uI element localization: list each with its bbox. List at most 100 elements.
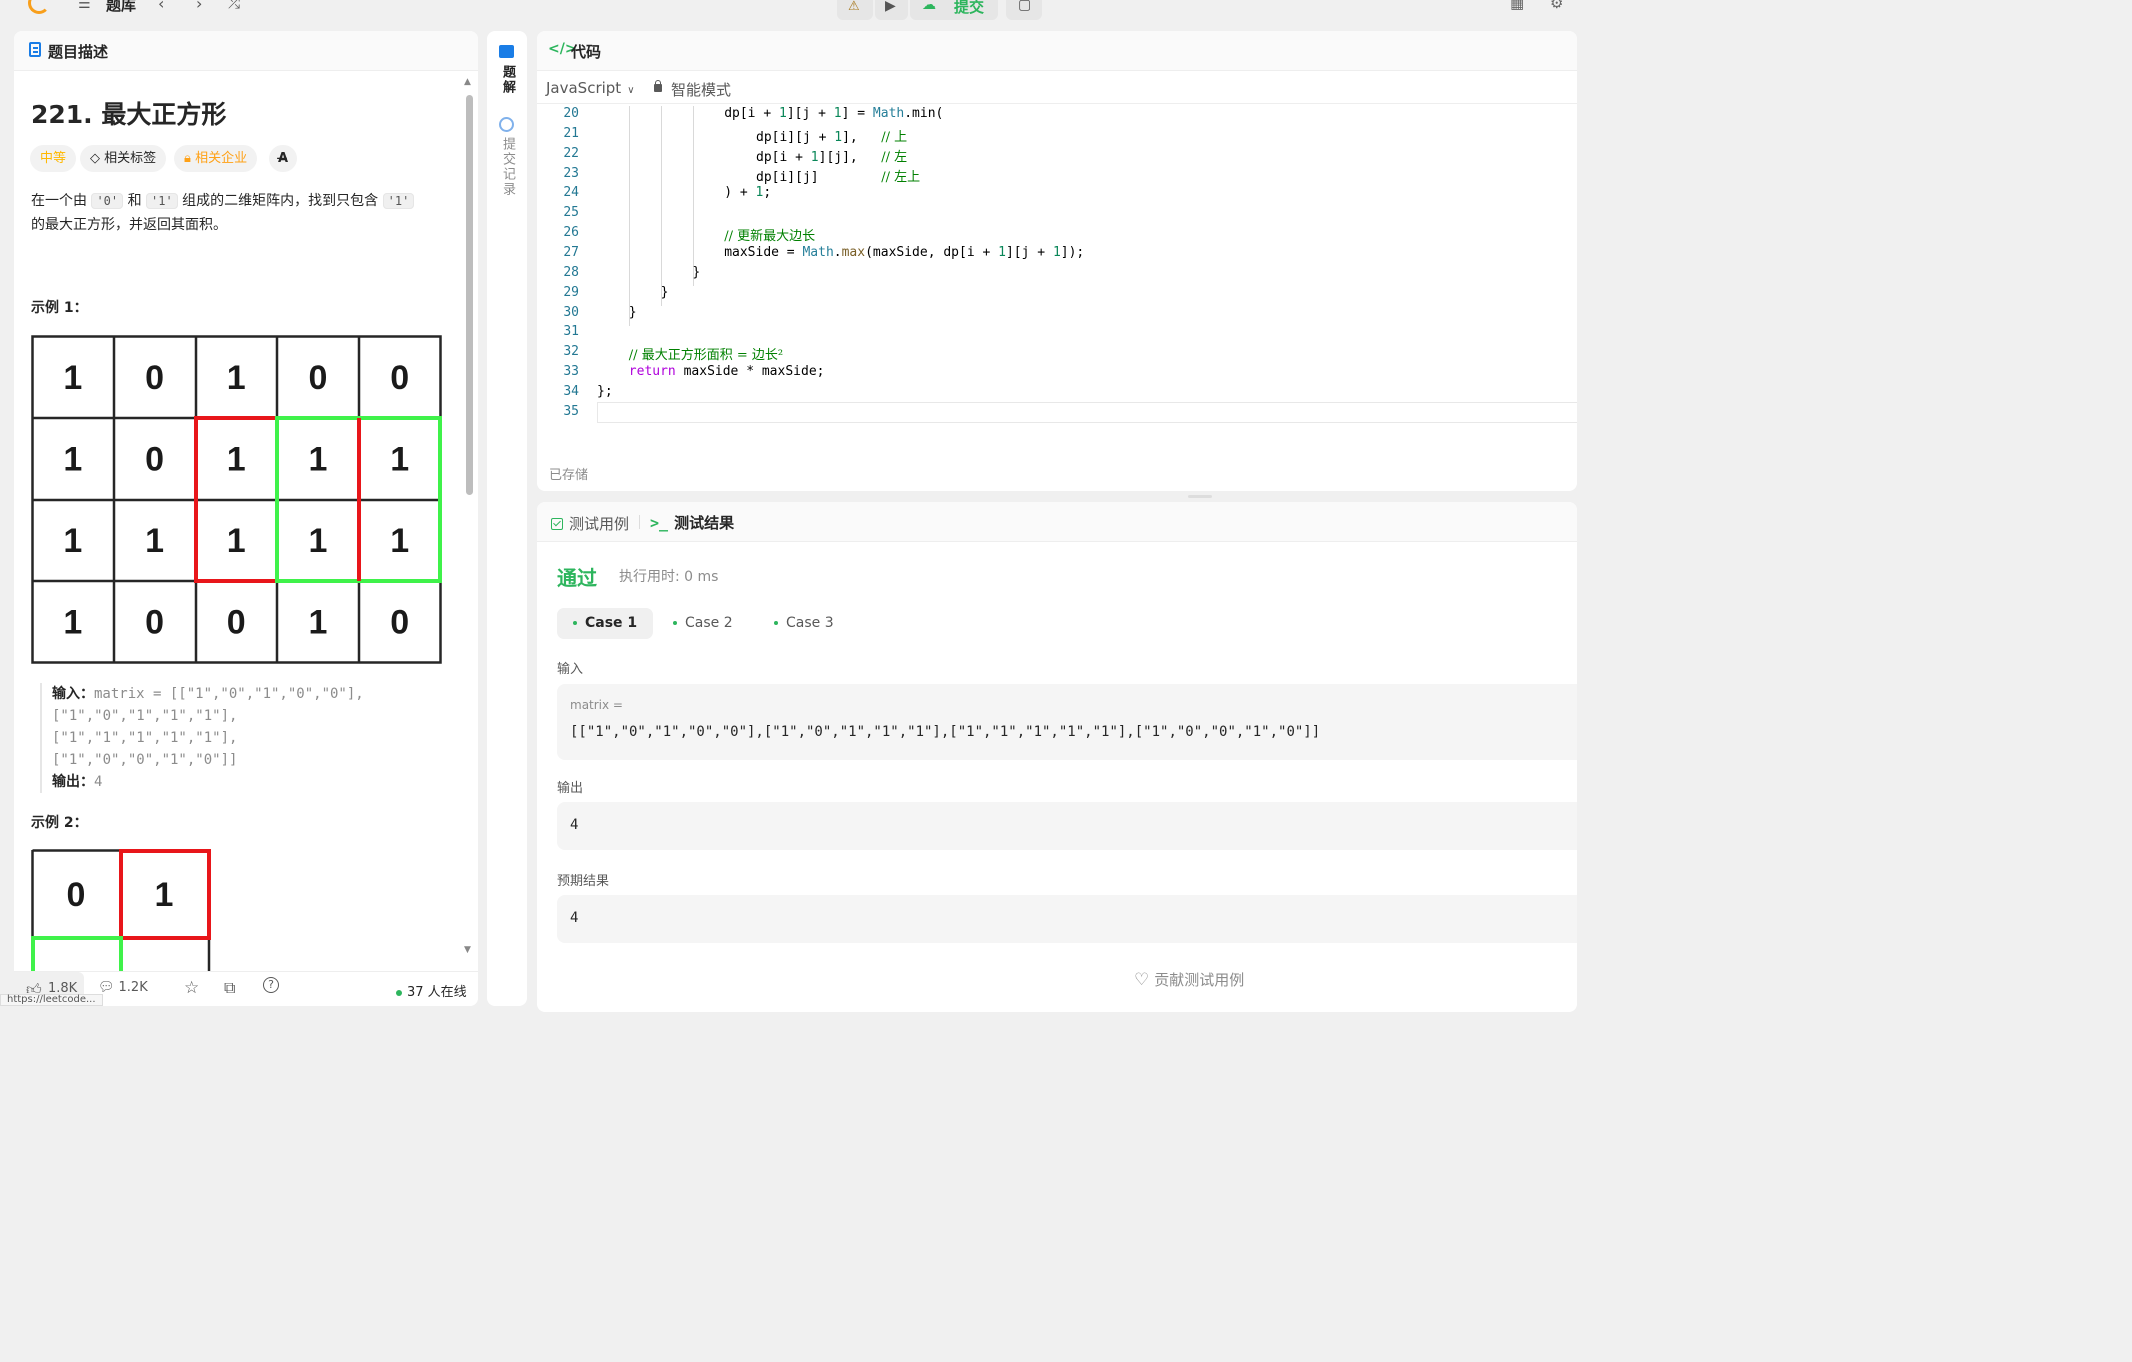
contribute-label: 贡献测试用例	[1154, 971, 1245, 989]
code-token: .	[833, 244, 842, 260]
next-problem-icon[interactable]: ›	[196, 0, 202, 13]
scroll-up-icon[interactable]: ▲	[464, 77, 471, 87]
case-tab-1[interactable]: Case 1	[557, 608, 654, 639]
code-token: 1	[834, 129, 843, 145]
prev-problem-icon[interactable]: ‹	[158, 0, 164, 13]
tab-test-results[interactable]: >_ 测试结果	[650, 512, 734, 533]
test-panel: 测试用例 >_ 测试结果 通过 执行用时: 0 ms Case 1 Case 2 …	[537, 502, 1577, 1012]
expected-value-box: 4	[557, 895, 1577, 943]
code-line: 32 // 最大正方形面积 = 边长²	[537, 344, 1577, 364]
related-topics-tag[interactable]: ◇ 相关标签	[80, 145, 167, 172]
matrix-cell: 1	[308, 522, 327, 560]
code-panel: </> 代码 JavaScript ∨ 智能模式 20 dp[i + 1][j + …	[537, 31, 1577, 491]
tab-test-cases[interactable]: 测试用例	[551, 513, 629, 534]
language-select[interactable]: JavaScript ∨	[546, 79, 635, 97]
chevron-down-icon: ∨	[627, 85, 635, 96]
input-label: 输入：	[52, 686, 94, 702]
code-tab[interactable]: </> 代码	[537, 31, 1577, 71]
scroll-thumb[interactable]	[466, 95, 473, 495]
code-token: dp[i +	[724, 106, 779, 121]
inline-code: '0'	[91, 193, 124, 209]
code-token: ][j],	[818, 149, 882, 165]
code-token: 1	[998, 244, 1006, 260]
input-param-value: [["1","0","1","0","0"],["1","0","1","1",…	[570, 724, 1321, 740]
code-line: 21 dp[i][j + 1], // 上	[537, 126, 1577, 146]
matrix-cell: 0	[145, 359, 164, 397]
code-line: 25	[537, 205, 1577, 225]
code-text: }	[629, 305, 637, 320]
line-number: 24	[563, 185, 579, 201]
contribute-test-case-button[interactable]: ♡ 贡献测试用例	[1134, 969, 1244, 990]
panel-resize-handle[interactable]	[1188, 495, 1212, 498]
line-number: 35	[563, 403, 579, 419]
matrix-cell: 0	[145, 440, 164, 478]
case-tab-3[interactable]: Case 3	[758, 608, 850, 639]
description-tab[interactable]: 题目描述	[14, 31, 478, 71]
code-token: // 更新最大边长	[724, 229, 816, 245]
line-number: 29	[563, 284, 579, 300]
code-token: // 上	[881, 129, 908, 145]
input-line: matrix = [["1","0","1","0","0"],	[94, 686, 364, 702]
code-text: dp[i][j + 1], // 上	[756, 126, 907, 145]
problem-title[interactable]: 221. 最大正方形	[31, 95, 226, 131]
tab-divider	[639, 515, 640, 529]
code-line: 31	[537, 324, 1577, 344]
smart-mode-toggle[interactable]: 智能模式	[671, 79, 731, 100]
scroll-down-icon[interactable]: ▼	[464, 945, 471, 955]
case-tab-2[interactable]: Case 2	[657, 608, 749, 639]
code-line: 28}	[537, 265, 1577, 285]
tab-solutions[interactable]: 题解	[498, 65, 517, 95]
line-number: 33	[563, 364, 579, 380]
leetcode-logo-icon[interactable]	[28, 0, 50, 14]
notes-button[interactable]: ▢	[1006, 0, 1042, 20]
problem-bank-link[interactable]: 题库	[106, 0, 136, 15]
runtime-text: 执行用时: 0 ms	[619, 569, 719, 585]
lock-icon	[654, 80, 662, 92]
code-text: dp[i + 1][j], // 左	[756, 146, 907, 165]
code-tab-label: 代码	[571, 43, 602, 61]
code-line: 35	[537, 404, 1577, 424]
share-icon[interactable]: ⧉	[224, 978, 235, 998]
history-icon	[499, 117, 514, 132]
matrix-cell: 1	[308, 603, 327, 641]
code-token: // 左	[881, 149, 908, 165]
comments-button[interactable]: 💬︎ 1.2K	[98, 980, 148, 995]
comment-count: 1.2K	[118, 980, 148, 995]
help-icon[interactable]: ?	[263, 977, 279, 993]
favorite-star-icon[interactable]: ☆	[184, 978, 199, 998]
settings-icon[interactable]: ⚙	[1550, 0, 1563, 12]
code-editor[interactable]: 20 dp[i + 1][j + 1] = Math.min(21 dp[i][j …	[537, 106, 1577, 426]
line-number: 27	[563, 244, 579, 260]
description-scrollbar[interactable]: ▲ ▼	[464, 77, 474, 957]
related-companies-label: 相关企业	[195, 151, 248, 166]
code-text: // 更新最大边长	[724, 225, 815, 244]
related-companies-tag[interactable]: 🔒︎ 相关企业	[174, 145, 258, 172]
code-line: 24) + 1;	[537, 185, 1577, 205]
code-token: dp[i][j +	[756, 129, 835, 145]
online-count-label: 37 人在线	[407, 985, 467, 1000]
debug-icon: ⚠	[848, 0, 860, 14]
tab-test-cases-label: 测试用例	[569, 515, 630, 533]
layout-icon[interactable]: ▦	[1510, 0, 1524, 12]
submit-button[interactable]: ☁ 提交	[910, 0, 998, 20]
code-text: return maxSide * maxSide;	[629, 364, 825, 379]
debug-button[interactable]: ⚠	[837, 0, 873, 20]
problem-list-icon[interactable]: ☰	[78, 0, 91, 12]
code-token: Math	[802, 244, 834, 260]
desc-text: 组成的二维矩阵内，找到只包含	[177, 193, 383, 209]
inline-code: '1'	[146, 193, 178, 209]
translate-toggle[interactable]: A̶	[269, 145, 298, 172]
problem-description: 在一个由 '0' 和 '1' 组成的二维矩阵内，找到只包含 '1' 的最大正方形…	[31, 189, 451, 237]
matrix-cell: 1	[63, 359, 82, 397]
tab-submissions[interactable]: 提交记录	[498, 137, 517, 197]
matrix-cell: 1	[390, 440, 409, 478]
terminal-icon: >_	[650, 514, 669, 532]
submit-label: 提交	[954, 0, 985, 16]
matrix-cell: 0	[67, 876, 86, 914]
difficulty-badge: 中等	[30, 145, 77, 172]
random-problem-icon[interactable]: ⤮	[228, 0, 240, 12]
code-line: 20 dp[i + 1][j + 1] = Math.min(	[537, 106, 1577, 126]
lock-icon: 🔒︎	[184, 151, 191, 166]
run-button[interactable]: ▶	[875, 0, 908, 20]
cloud-upload-icon: ☁	[922, 0, 936, 13]
